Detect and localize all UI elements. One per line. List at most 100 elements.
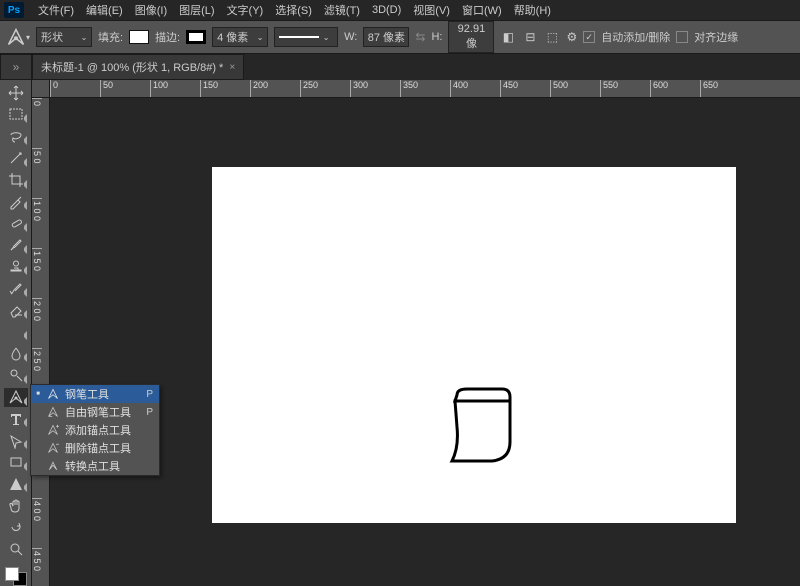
ruler-tick: 4 0 0 <box>32 498 42 548</box>
ruler-tick: 5 0 <box>32 148 42 198</box>
menu-help[interactable]: 帮助(H) <box>508 0 557 20</box>
ruler-tick: 350 <box>400 80 450 97</box>
canvas[interactable] <box>212 167 736 523</box>
ruler-tick: 250 <box>300 80 350 97</box>
ruler-tick: 400 <box>450 80 500 97</box>
line-icon <box>279 36 319 38</box>
eyedropper-tool[interactable] <box>4 193 28 212</box>
ruler-tick: 450 <box>500 80 550 97</box>
fg-color[interactable] <box>5 567 19 581</box>
zoom-tool[interactable] <box>4 540 28 559</box>
ruler-tick: 0 <box>32 98 42 148</box>
auto-add-label: 自动添加/删除 <box>601 29 670 45</box>
pen-tool[interactable] <box>4 388 28 407</box>
options-bar: ▾ 形状 ⌄ 填充: 描边: 4 像素 ⌄ ⌄ W: 87 像素 ⇆ H: 92… <box>0 20 800 54</box>
stroke-swatch[interactable] <box>186 30 206 44</box>
ruler-tick: 0 <box>50 80 100 97</box>
toolbar <box>0 80 32 586</box>
ruler-tick: 1 5 0 <box>32 248 42 298</box>
shape-tool[interactable] <box>4 475 28 494</box>
flyout-item-add-anchor[interactable]: 添加锚点工具 <box>31 421 159 439</box>
path-align-icon[interactable]: ⊟ <box>522 29 538 45</box>
ruler-tick: 300 <box>350 80 400 97</box>
gradient-tool[interactable] <box>4 323 28 342</box>
flyout-item-freeform-pen[interactable]: 自由钢笔工具 P <box>31 403 159 421</box>
convert-anchor-icon <box>46 460 60 472</box>
menu-filter[interactable]: 滤镜(T) <box>318 0 366 20</box>
history-brush-tool[interactable] <box>4 279 28 298</box>
stroke-size[interactable]: 4 像素 ⌄ <box>212 27 268 47</box>
rect-tool[interactable] <box>4 453 28 472</box>
flyout-item-delete-anchor[interactable]: 删除锚点工具 <box>31 439 159 457</box>
ruler-tick: 150 <box>200 80 250 97</box>
close-icon[interactable]: × <box>229 62 235 73</box>
link-icon[interactable]: ⇆ <box>415 30 425 44</box>
menu-layer[interactable]: 图层(L) <box>173 0 220 20</box>
lasso-tool[interactable] <box>4 127 28 146</box>
type-tool[interactable] <box>4 410 28 429</box>
dodge-tool[interactable] <box>4 366 28 385</box>
drawing-shape <box>447 387 517 467</box>
stroke-style[interactable]: ⌄ <box>274 27 338 47</box>
crop-tool[interactable] <box>4 171 28 190</box>
ruler-tick: 4 5 0 <box>32 548 42 586</box>
menu-view[interactable]: 视图(V) <box>407 0 456 20</box>
menu-type[interactable]: 文字(Y) <box>221 0 270 20</box>
auto-add-checkbox[interactable] <box>583 31 595 43</box>
hand-tool[interactable] <box>4 496 28 515</box>
rotate-tool[interactable] <box>4 518 28 537</box>
ruler-tick: 100 <box>150 80 200 97</box>
canvas-area: 0 50 100 150 200 250 300 350 400 450 500… <box>32 80 800 586</box>
ruler-tick: 1 0 0 <box>32 198 42 248</box>
ruler-tick: 500 <box>550 80 600 97</box>
ruler-corner <box>32 80 50 98</box>
ruler-tick: 2 0 0 <box>32 298 42 348</box>
width-field[interactable]: 87 像素 <box>363 27 409 47</box>
menu-3d[interactable]: 3D(D) <box>366 2 407 18</box>
blur-tool[interactable] <box>4 344 28 363</box>
eraser-tool[interactable] <box>4 301 28 320</box>
ruler-tick: 550 <box>600 80 650 97</box>
chevron-down-icon: ⌄ <box>319 33 333 42</box>
chevron-down-icon: ⌄ <box>253 33 267 42</box>
path-ops-icon[interactable]: ◧ <box>500 29 516 45</box>
menu-window[interactable]: 窗口(W) <box>456 0 508 20</box>
ruler-tick: 200 <box>250 80 300 97</box>
ruler-tick: 50 <box>100 80 150 97</box>
flyout-item-pen[interactable]: ■ 钢笔工具 P <box>31 385 159 403</box>
marquee-tool[interactable] <box>4 106 28 125</box>
wand-tool[interactable] <box>4 149 28 168</box>
panel-flyout-tab[interactable]: » <box>0 54 32 80</box>
brush-tool[interactable] <box>4 236 28 255</box>
pen-tool-icon[interactable]: ▾ <box>6 27 30 47</box>
stroke-label: 描边: <box>155 29 180 45</box>
menu-bar: Ps 文件(F) 编辑(E) 图像(I) 图层(L) 文字(Y) 选择(S) 滤… <box>0 0 800 20</box>
flyout-item-convert-anchor[interactable]: 转换点工具 <box>31 457 159 475</box>
fill-swatch[interactable] <box>129 30 149 44</box>
app-logo: Ps <box>4 2 24 18</box>
align-edges-checkbox[interactable] <box>676 31 688 43</box>
tool-mode-dropdown[interactable]: 形状 ⌄ <box>36 27 92 47</box>
pen-icon <box>46 388 60 400</box>
ruler-vertical[interactable]: 0 5 0 1 0 0 1 5 0 2 0 0 2 5 0 3 0 0 3 5 … <box>32 98 50 586</box>
fill-label: 填充: <box>98 29 123 45</box>
stamp-tool[interactable] <box>4 258 28 277</box>
heal-tool[interactable] <box>4 214 28 233</box>
document-tab[interactable]: 未标题-1 @ 100% (形状 1, RGB/8#) * × <box>32 54 244 80</box>
menu-file[interactable]: 文件(F) <box>32 0 80 20</box>
height-field[interactable]: 92.91 像 <box>448 21 494 53</box>
path-tool[interactable] <box>4 431 28 450</box>
ruler-horizontal[interactable]: 0 50 100 150 200 250 300 350 400 450 500… <box>50 80 800 98</box>
move-tool[interactable] <box>4 84 28 103</box>
add-anchor-icon <box>46 424 60 436</box>
pen-tool-flyout: ■ 钢笔工具 P 自由钢笔工具 P 添加锚点工具 删除锚点工具 转换点工具 <box>30 384 160 476</box>
menu-select[interactable]: 选择(S) <box>269 0 318 20</box>
ruler-tick: 650 <box>700 80 750 97</box>
menu-edit[interactable]: 编辑(E) <box>80 0 129 20</box>
path-arrange-icon[interactable]: ⬚ <box>544 29 560 45</box>
freeform-pen-icon <box>46 406 60 418</box>
ruler-tick: 600 <box>650 80 700 97</box>
color-swatches[interactable] <box>5 567 27 586</box>
menu-image[interactable]: 图像(I) <box>129 0 173 20</box>
gear-icon[interactable]: ⚙ <box>566 30 577 44</box>
